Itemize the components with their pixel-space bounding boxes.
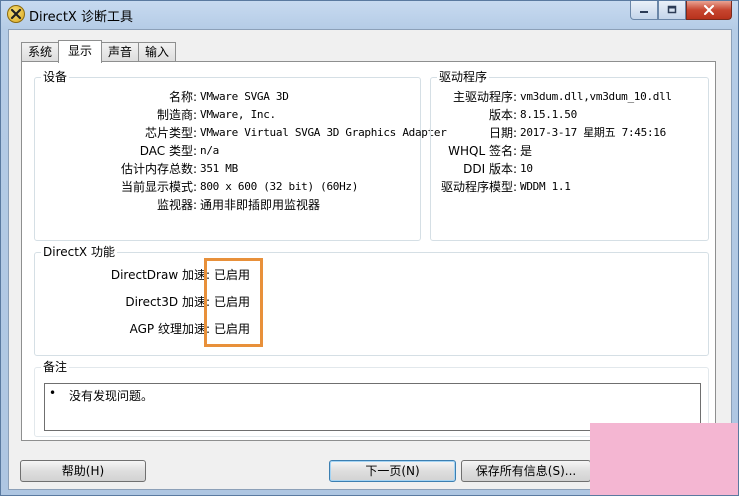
driver-value-main: vm3dum.dll,vm3dum_10.dll: [520, 90, 672, 103]
tab-sound[interactable]: 声音: [101, 42, 140, 62]
device-label-monitor: 监视器:: [156, 198, 197, 212]
directx-features-group: DirectX 功能 DirectDraw 加速: 已启用 Direct3D 加…: [34, 245, 709, 356]
device-value-manufacturer: VMware, Inc.: [200, 108, 276, 121]
client-area: 系统 显示 声音 输入 设备 名称: VMware SVGA 3D 制造商: V…: [8, 29, 732, 490]
device-label-chip-type: 芯片类型:: [144, 126, 197, 140]
corner-overlay: [590, 423, 738, 495]
minimize-button[interactable]: [630, 1, 658, 20]
device-label-manufacturer: 制造商:: [156, 108, 197, 122]
directdraw-label: DirectDraw 加速:: [110, 268, 210, 282]
driver-value-version: 8.15.1.50: [520, 108, 577, 121]
direct3d-label: Direct3D 加速:: [125, 295, 210, 309]
driver-value-model: WDDM 1.1: [520, 180, 571, 193]
tab-strip: 系统 显示 声音 输入: [21, 40, 177, 63]
driver-label-version: 版本:: [488, 108, 517, 122]
maximize-icon: [667, 5, 677, 14]
help-button[interactable]: 帮助(H): [20, 460, 146, 482]
driver-group: 驱动程序 主驱动程序: vm3dum.dll,vm3dum_10.dll 版本:…: [430, 70, 709, 241]
device-label-display-mode: 当前显示模式:: [120, 180, 197, 194]
save-all-info-button[interactable]: 保存所有信息(S)...: [461, 460, 591, 482]
driver-label-date: 日期:: [488, 126, 517, 140]
driver-value-whql: 是: [520, 144, 533, 158]
dxdiag-window: DirectX 诊断工具 系统 显示 声音 输入 设备 名称: VMware S…: [0, 0, 739, 496]
close-icon: [704, 5, 714, 15]
device-label-memory: 估计内存总数:: [120, 162, 197, 176]
driver-label-ddi: DDI 版本:: [463, 162, 517, 176]
enabled-highlight-box: [204, 258, 263, 347]
device-group: 设备 名称: VMware SVGA 3D 制造商: VMware, Inc. …: [34, 70, 447, 241]
device-value-name: VMware SVGA 3D: [200, 90, 289, 103]
driver-group-title: 驱动程序: [437, 70, 490, 84]
title-bar[interactable]: DirectX 诊断工具: [1, 1, 738, 28]
close-button[interactable]: [686, 1, 732, 20]
driver-label-model: 驱动程序模型:: [440, 180, 517, 194]
driver-label-whql: WHQL 签名:: [448, 144, 517, 158]
window-controls: [630, 1, 732, 21]
driver-value-ddi: 10: [520, 162, 533, 175]
next-page-button[interactable]: 下一页(N): [329, 460, 456, 482]
device-group-title: 设备: [41, 70, 70, 84]
tab-system[interactable]: 系统: [21, 42, 60, 62]
window-title: DirectX 诊断工具: [29, 10, 133, 25]
maximize-button[interactable]: [658, 1, 686, 20]
device-value-display-mode: 800 x 600 (32 bit) (60Hz): [200, 180, 359, 193]
device-value-chip-type: VMware Virtual SVGA 3D Graphics Adapter: [200, 126, 447, 139]
display-tab-panel: 设备 名称: VMware SVGA 3D 制造商: VMware, Inc. …: [21, 61, 716, 441]
driver-label-main: 主驱动程序:: [452, 90, 517, 104]
minimize-icon: [640, 11, 648, 13]
device-label-dac-type: DAC 类型:: [139, 144, 197, 158]
device-value-memory: 351 MB: [200, 162, 238, 175]
tab-display[interactable]: 显示: [58, 40, 103, 63]
directx-app-icon: [7, 5, 25, 23]
driver-value-date: 2017-3-17 星期五 7:45:16: [520, 126, 666, 139]
device-value-dac-type: n/a: [200, 144, 219, 157]
notes-text: 没有发现问题。: [69, 389, 154, 403]
device-value-monitor: 通用非即插即用监视器: [200, 198, 321, 212]
tab-input[interactable]: 输入: [138, 42, 177, 62]
notes-title: 备注: [41, 360, 70, 374]
agp-label: AGP 纹理加速:: [129, 322, 210, 336]
directx-features-title: DirectX 功能: [41, 245, 117, 259]
device-label-name: 名称:: [168, 90, 197, 104]
notes-bullet: •: [49, 386, 57, 400]
